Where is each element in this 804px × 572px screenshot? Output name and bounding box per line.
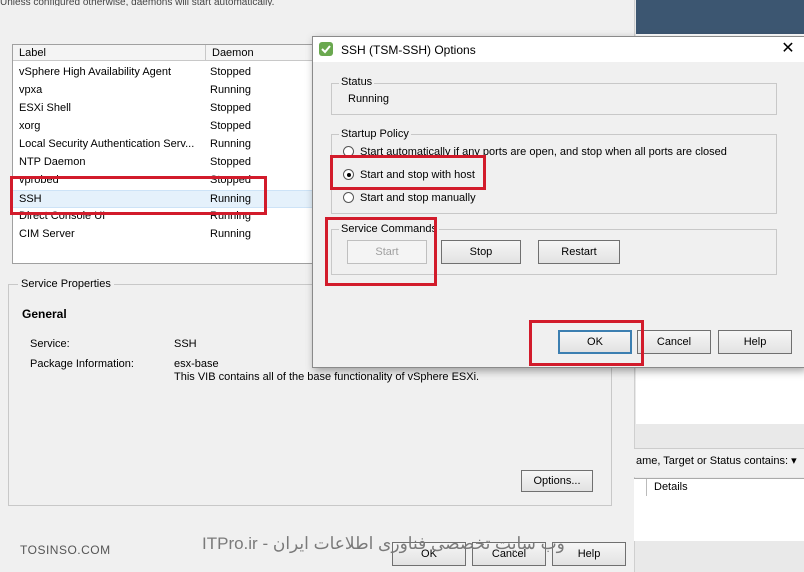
status-value: Running bbox=[348, 93, 389, 105]
service-status: Stopped bbox=[210, 66, 251, 78]
close-icon[interactable]: ✕ bbox=[777, 39, 799, 59]
service-label: CIM Server bbox=[19, 228, 75, 240]
service-label: ESXi Shell bbox=[19, 102, 71, 114]
service-value: SSH bbox=[174, 338, 197, 350]
stop-button[interactable]: Stop bbox=[441, 240, 521, 264]
highlight-start-with-host bbox=[330, 155, 486, 190]
table-row[interactable]: NTP Daemon Stopped bbox=[13, 153, 317, 171]
service-label: Service: bbox=[30, 338, 70, 350]
right-panel-header bbox=[636, 0, 804, 34]
status-group-title: Status bbox=[339, 76, 375, 88]
table-row[interactable]: xorg Stopped bbox=[13, 117, 317, 135]
general-heading: General bbox=[22, 307, 67, 321]
highlight-ok-button bbox=[529, 320, 644, 366]
filter-dropdown[interactable]: ame, Target or Status contains: ▾ bbox=[636, 454, 797, 467]
service-status: Running bbox=[210, 84, 251, 96]
column-header-label[interactable]: Label bbox=[13, 45, 206, 61]
highlight-ssh-row bbox=[10, 176, 267, 215]
ssh-options-dialog: SSH (TSM-SSH) Options ✕ Status Running S… bbox=[312, 36, 804, 368]
package-info-value: esx-base bbox=[174, 358, 219, 370]
service-status: Stopped bbox=[210, 156, 251, 168]
table-row[interactable]: vpxa Running bbox=[13, 81, 317, 99]
restart-button[interactable]: Restart bbox=[538, 240, 620, 264]
highlight-service-commands bbox=[325, 217, 437, 286]
watermark-brand: TOSINSO.COM bbox=[20, 543, 111, 557]
service-label: vSphere High Availability Agent bbox=[19, 66, 172, 78]
watermark-persian: ITPro.ir - وب سایت تخصصی فناوری اطلاعات … bbox=[202, 534, 565, 553]
options-button[interactable]: Options... bbox=[521, 470, 593, 492]
service-label: vpxa bbox=[19, 84, 43, 96]
startup-policy-title: Startup Policy bbox=[339, 128, 411, 140]
cancel-button[interactable]: Cancel bbox=[637, 330, 711, 354]
service-status: Stopped bbox=[210, 120, 251, 132]
policy-option-label: Start and stop manually bbox=[360, 192, 476, 204]
details-header-label: Details bbox=[654, 481, 688, 493]
radio-icon[interactable] bbox=[343, 192, 354, 203]
status-group bbox=[331, 83, 777, 115]
column-header-daemon[interactable]: Daemon bbox=[206, 45, 317, 61]
vmware-icon bbox=[319, 42, 333, 56]
help-button[interactable]: Help bbox=[718, 330, 792, 354]
service-status: Running bbox=[210, 228, 251, 240]
service-status: Running bbox=[210, 138, 251, 150]
package-description: This VIB contains all of the base functi… bbox=[174, 371, 480, 383]
table-row[interactable]: CIM Server Running bbox=[13, 225, 317, 243]
service-label: Local Security Authentication Serv... bbox=[19, 138, 195, 150]
service-properties-title: Service Properties bbox=[18, 278, 114, 290]
dialog-title: SSH (TSM-SSH) Options bbox=[341, 43, 476, 57]
table-row[interactable]: Local Security Authentication Serv... Ru… bbox=[13, 135, 317, 153]
service-label: xorg bbox=[19, 120, 41, 132]
service-label: NTP Daemon bbox=[19, 156, 86, 168]
table-row[interactable]: vSphere High Availability Agent Stopped bbox=[13, 63, 317, 81]
details-column-header[interactable]: Details bbox=[634, 478, 804, 497]
service-status: Stopped bbox=[210, 102, 251, 114]
table-row[interactable]: ESXi Shell Stopped bbox=[13, 99, 317, 117]
package-info-label: Package Information: bbox=[30, 358, 134, 370]
daemon-info-text: Unless configured otherwise, daemons wil… bbox=[0, 0, 275, 6]
details-list bbox=[634, 496, 804, 541]
column-separator bbox=[646, 479, 647, 496]
daemon-table: Label Daemon vSphere High Availability A… bbox=[12, 44, 318, 264]
